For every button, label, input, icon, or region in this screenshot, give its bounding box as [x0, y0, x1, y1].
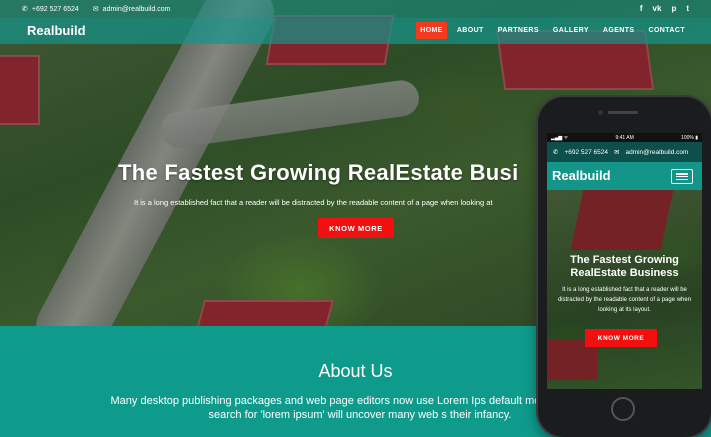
main-navbar: Realbuild HOME ABOUT PARTNERS GALLERY AG…: [0, 18, 711, 44]
nav-item-partners[interactable]: PARTNERS: [494, 22, 543, 39]
phone-know-more-button[interactable]: KNOW MORE: [585, 329, 657, 347]
nav-item-agents[interactable]: AGENTS: [599, 22, 639, 39]
hero-title: The Fastest Growing RealEstate Busi: [118, 160, 519, 185]
status-time: 9:41 AM: [615, 134, 634, 141]
email-icon: ✉: [614, 149, 620, 156]
phone-mockup: ▂▄▆ ᯤ 9:41 AM 100% ▮ ✆ +692 527 6524 ✉ a…: [538, 97, 711, 437]
signal-icon: ▂▄▆ ᯤ: [551, 134, 569, 141]
phone-camera: [598, 110, 603, 115]
pinterest-icon[interactable]: p: [671, 4, 676, 13]
phone-contact-phone[interactable]: +692 527 6524: [564, 149, 608, 156]
contact-email[interactable]: ✉ admin@realbuild.com: [92, 5, 171, 14]
phone-speaker: [608, 111, 638, 114]
phone-hero-subtitle: It is a long established fact that a rea…: [557, 287, 692, 313]
twitter-icon[interactable]: t: [686, 4, 689, 13]
phone-hero-title: The Fastest Growing RealEstate Business: [570, 254, 679, 279]
contact-email-text: admin@realbuild.com: [102, 5, 171, 13]
site-logo[interactable]: Realbuild: [27, 23, 86, 38]
facebook-icon[interactable]: f: [640, 4, 643, 13]
phone-screen: ▂▄▆ ᯤ 9:41 AM 100% ▮ ✆ +692 527 6524 ✉ a…: [547, 133, 702, 389]
hamburger-menu-icon[interactable]: [671, 169, 693, 184]
phone-icon: ✆: [22, 6, 28, 13]
contact-phone-text: +692 527 6524: [31, 5, 79, 13]
hero-subtitle: It is a long established fact that a rea…: [134, 198, 493, 207]
phone-navbar: Realbuild: [547, 162, 702, 190]
phone-site-logo[interactable]: Realbuild: [552, 168, 611, 183]
email-icon: ✉: [92, 6, 99, 13]
phone-home-button[interactable]: [611, 397, 635, 421]
contact-phone[interactable]: ✆ +692 527 6524: [22, 5, 79, 14]
top-contact-bar: ✆ +692 527 6524 ✉ admin@realbuild.com f …: [0, 0, 711, 18]
know-more-button[interactable]: KNOW MORE: [318, 218, 394, 238]
phone-contact-email[interactable]: admin@realbuild.com: [625, 149, 688, 156]
nav-item-about[interactable]: ABOUT: [453, 22, 488, 39]
main-menu: HOME ABOUT PARTNERS GALLERY AGENTS CONTA…: [416, 22, 689, 39]
battery-icon: 100% ▮: [681, 134, 698, 141]
social-links: f vk p t: [640, 4, 689, 13]
phone-hero-banner: The Fastest Growing RealEstate Business …: [547, 190, 702, 389]
phone-contact-bar: ✆ +692 527 6524 ✉ admin@realbuild.com: [547, 142, 702, 162]
phone-status-bar: ▂▄▆ ᯤ 9:41 AM 100% ▮: [547, 133, 702, 142]
vk-icon[interactable]: vk: [653, 4, 662, 13]
nav-item-home[interactable]: HOME: [416, 22, 447, 39]
nav-item-contact[interactable]: CONTACT: [645, 22, 690, 39]
phone-icon: ✆: [553, 149, 559, 156]
nav-item-gallery[interactable]: GALLERY: [549, 22, 593, 39]
